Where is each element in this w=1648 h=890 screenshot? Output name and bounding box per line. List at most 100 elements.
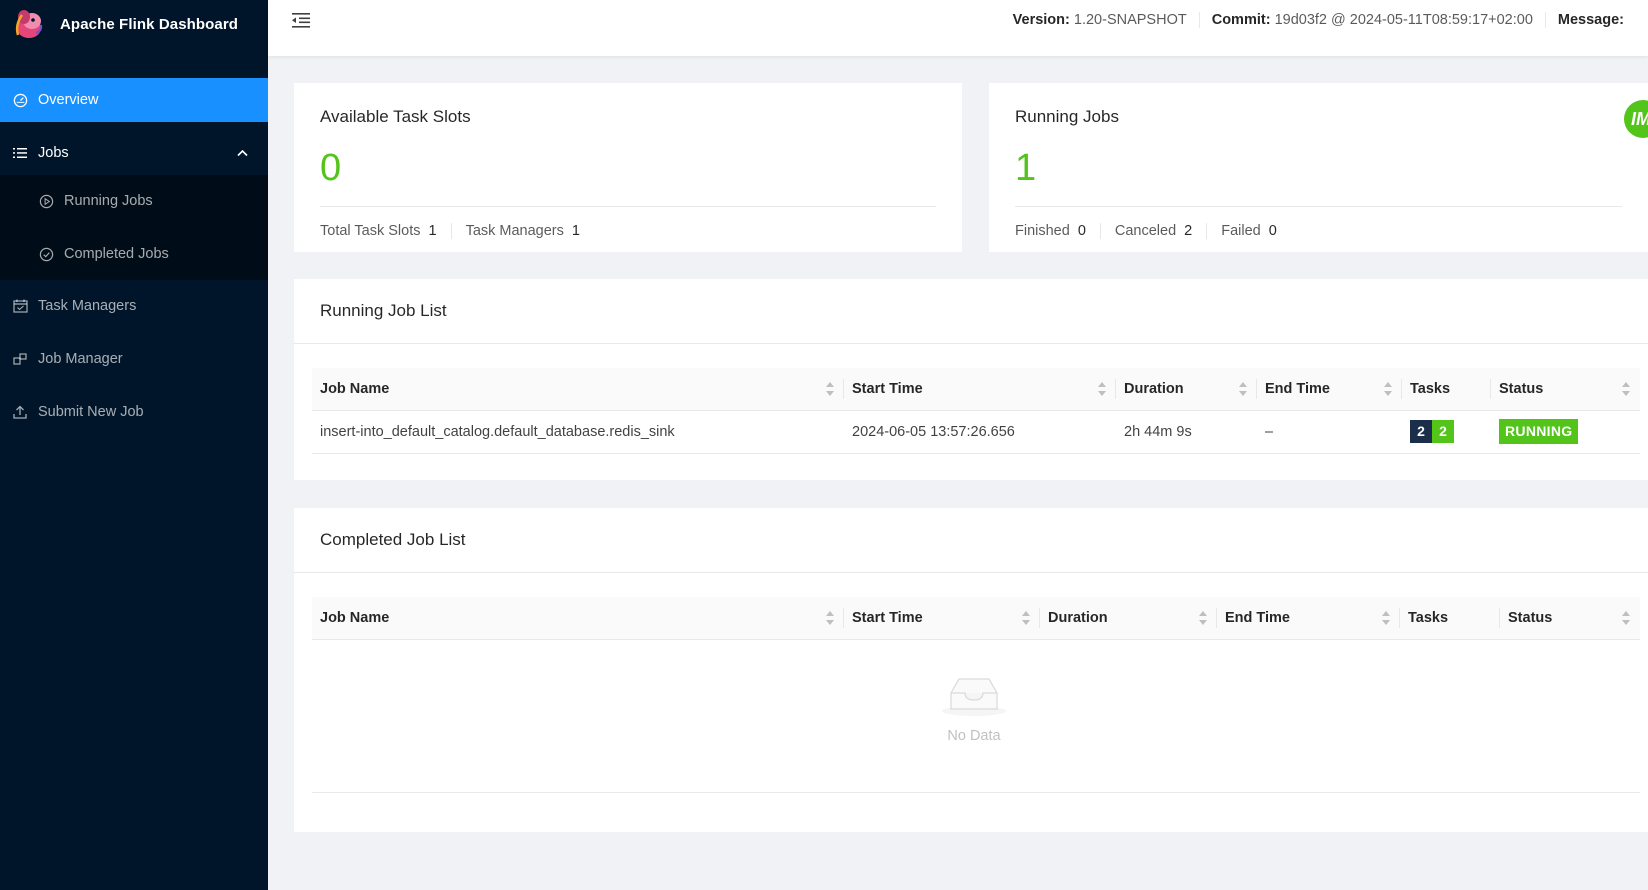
total-task-slots-value: 1 <box>428 223 437 239</box>
flink-squirrel-logo-icon <box>12 7 46 41</box>
column-duration[interactable]: Duration <box>1116 368 1257 411</box>
empty-text: No Data <box>947 728 1001 744</box>
header-info: Version: 1.20-SNAPSHOT Commit: 19d03f2 @… <box>1001 12 1636 28</box>
column-label: Start Time <box>852 609 923 626</box>
status-cell: RUNNING <box>1491 410 1640 454</box>
sort-icon[interactable] <box>1022 610 1030 626</box>
menu-fold-icon[interactable] <box>292 11 314 31</box>
finished-label: Finished <box>1015 223 1070 239</box>
total-task-slots: Total Task Slots 1 <box>320 223 451 239</box>
running-job-table: Job Name Start Time Duration End Time Ta… <box>312 368 1640 454</box>
sort-icon[interactable] <box>826 381 834 397</box>
column-start-time[interactable]: Start Time <box>844 368 1116 411</box>
schedule-icon <box>12 298 28 314</box>
completed-job-list-title: Completed Job List <box>320 530 466 549</box>
sidebar: Apache Flink Dashboard Overview Jobs Run… <box>0 0 268 890</box>
column-job-name[interactable]: Job Name <box>312 368 844 411</box>
sort-icon[interactable] <box>1239 381 1247 397</box>
main-content: Version: 1.20-SNAPSHOT Commit: 19d03f2 @… <box>268 0 1648 890</box>
sidebar-item-overview[interactable]: Overview <box>0 78 268 122</box>
canceled-label: Canceled <box>1114 223 1177 239</box>
start-time-cell: 2024-06-05 13:57:26.656 <box>844 410 1116 454</box>
jobs-submenu: Running Jobs Completed Jobs <box>0 175 268 280</box>
table-row[interactable]: insert-into_default_catalog.default_data… <box>312 410 1640 454</box>
failed-value: 0 <box>1268 223 1277 239</box>
sort-icon[interactable] <box>1098 381 1106 397</box>
sort-icon[interactable] <box>826 610 834 626</box>
column-tasks: Tasks <box>1402 368 1491 411</box>
end-time-cell: – <box>1257 410 1402 454</box>
task-managers-value: 1 <box>571 223 580 239</box>
version-info: Version: 1.20-SNAPSHOT <box>1001 12 1199 28</box>
running-jobs-footer: Finished 0 Canceled 2 Failed 0 <box>1015 223 1291 239</box>
im-badge[interactable]: IM <box>1624 100 1648 138</box>
finished-value: 0 <box>1077 223 1086 239</box>
top-header: Version: 1.20-SNAPSHOT Commit: 19d03f2 @… <box>268 0 1648 56</box>
check-circle-icon <box>38 246 54 262</box>
running-job-list-title: Running Job List <box>320 301 447 320</box>
upload-icon <box>12 404 28 420</box>
sidebar-item-label: Jobs <box>38 145 69 161</box>
total-task-slots-label: Total Task Slots <box>320 223 421 239</box>
failed-count: Failed 0 <box>1206 223 1291 239</box>
logo[interactable]: Apache Flink Dashboard <box>0 0 268 48</box>
column-label: Job Name <box>320 609 390 626</box>
commit-value: 19d03f2 @ 2024-05-11T08:59:17+02:00 <box>1274 12 1533 28</box>
task-managers-count: Task Managers 1 <box>450 223 594 239</box>
message-label: Message: <box>1557 12 1624 28</box>
sidebar-item-completed-jobs[interactable]: Completed Jobs <box>0 232 268 276</box>
play-circle-icon <box>38 193 54 209</box>
column-label: Tasks <box>1408 609 1449 626</box>
sidebar-item-job-manager[interactable]: Job Manager <box>0 337 268 381</box>
tasks-cell: 22 <box>1402 410 1491 454</box>
status-badge: RUNNING <box>1499 419 1579 444</box>
column-label: Duration <box>1124 380 1184 397</box>
running-jobs-value: 1 <box>1015 147 1037 189</box>
running-jobs-title: Running Jobs <box>1015 107 1119 126</box>
empty-state: No Data <box>312 633 1640 793</box>
divider <box>1015 206 1622 207</box>
sort-icon[interactable] <box>1199 610 1207 626</box>
column-end-time[interactable]: End Time <box>1257 368 1402 411</box>
job-name-cell[interactable]: insert-into_default_catalog.default_data… <box>312 410 844 454</box>
task-count-badge: 2 <box>1410 420 1432 443</box>
finished-count: Finished 0 <box>1015 223 1100 239</box>
column-label: Duration <box>1048 609 1108 626</box>
column-status[interactable]: Status <box>1491 368 1640 411</box>
sidebar-menu: Overview Jobs Running Jobs Completed Job… <box>0 78 268 434</box>
duration-cell: 2h 44m 9s <box>1116 410 1257 454</box>
sidebar-item-task-managers[interactable]: Task Managers <box>0 284 268 328</box>
column-label: Status <box>1508 609 1553 626</box>
task-slots-footer: Total Task Slots 1 Task Managers 1 <box>320 223 594 239</box>
task-slots-title: Available Task Slots <box>320 107 471 126</box>
task-managers-label: Task Managers <box>465 223 564 239</box>
sidebar-item-label: Overview <box>38 92 99 108</box>
table-header-row: Job Name Start Time Duration End Time Ta… <box>312 368 1640 411</box>
sidebar-item-submit-new-job[interactable]: Submit New Job <box>0 390 268 434</box>
running-job-list-card: Running Job List Job Name Start Time Dur… <box>294 279 1648 480</box>
message-info: Message: <box>1544 12 1636 28</box>
column-label: Status <box>1499 380 1544 397</box>
divider <box>320 206 936 207</box>
app-root: Apache Flink Dashboard Overview Jobs Run… <box>0 0 1648 890</box>
sidebar-item-label: Completed Jobs <box>64 246 169 262</box>
sort-icon[interactable] <box>1382 610 1390 626</box>
sort-icon[interactable] <box>1622 381 1630 397</box>
dashboard-icon <box>12 92 28 108</box>
empty-state-content: No Data <box>924 673 1024 744</box>
sidebar-item-running-jobs[interactable]: Running Jobs <box>0 179 268 223</box>
list-icon <box>12 145 28 161</box>
sidebar-item-label: Job Manager <box>38 351 123 367</box>
failed-label: Failed <box>1221 223 1261 239</box>
column-label: Tasks <box>1410 380 1451 397</box>
sidebar-item-label: Task Managers <box>38 298 137 314</box>
task-running-badge: 2 <box>1432 420 1454 443</box>
sidebar-item-jobs[interactable]: Jobs <box>0 131 268 175</box>
sort-icon[interactable] <box>1622 610 1630 626</box>
sidebar-item-label: Running Jobs <box>64 193 153 209</box>
build-icon <box>12 351 28 367</box>
commit-info: Commit: 19d03f2 @ 2024-05-11T08:59:17+02… <box>1198 12 1545 28</box>
sort-icon[interactable] <box>1384 381 1392 397</box>
version-label: Version: <box>1012 12 1070 28</box>
completed-job-list-card: Completed Job List Job Name Start Time D… <box>294 508 1648 832</box>
